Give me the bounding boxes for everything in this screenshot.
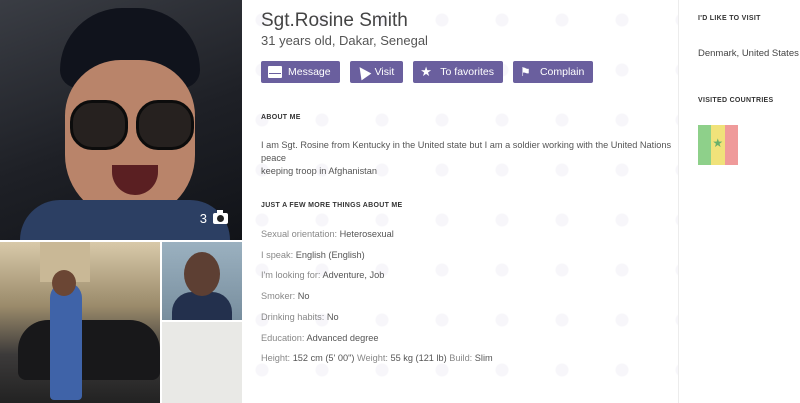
detail-label: Sexual orientation: <box>261 229 338 239</box>
detail-label: Height: <box>261 353 291 363</box>
detail-drinking: Drinking habits: No <box>261 312 339 322</box>
detail-value: 152 cm (5' 00") <box>292 353 355 363</box>
detail-value: Slim <box>474 353 493 363</box>
detail-label: Education: <box>261 333 305 343</box>
about-line: keeping troop in Afghanistan <box>261 166 377 176</box>
visit-countries: Denmark, United States <box>698 48 799 59</box>
photo-shape <box>136 100 194 150</box>
senegal-flag-icon[interactable] <box>698 125 738 165</box>
travel-sidebar: I'D LIKE TO VISIT Denmark, United States… <box>679 0 800 403</box>
detail-education: Education: Advanced degree <box>261 333 379 343</box>
detail-value: Heterosexual <box>339 229 394 239</box>
photo-shape <box>52 270 76 296</box>
about-line: peace <box>261 153 287 163</box>
favorites-button[interactable]: ★ To favorites <box>413 61 503 83</box>
detail-value: English (English) <box>295 250 365 260</box>
photo-thumbnail[interactable] <box>0 242 160 403</box>
star-icon: ★ <box>420 64 432 79</box>
camera-icon <box>213 210 228 224</box>
cursor-icon <box>354 63 371 81</box>
photo-shape <box>172 292 232 320</box>
flag-stripe <box>698 125 712 165</box>
flag-stripe <box>711 125 725 165</box>
detail-label: Smoker: <box>261 291 296 301</box>
profile-name: Sgt.Rosine Smith <box>261 10 408 31</box>
detail-label: I'm looking for: <box>261 270 321 280</box>
more-title: JUST A FEW MORE THINGS ABOUT ME <box>261 202 403 209</box>
photo-shape <box>20 200 230 240</box>
detail-value: No <box>297 291 310 301</box>
about-line: I am Sgt. Rosine from Kentucky in the Un… <box>261 140 672 150</box>
photo-count[interactable]: 3 <box>199 210 228 226</box>
detail-value: 55 kg (121 lb) <box>390 353 447 363</box>
photo-count-number: 3 <box>199 211 207 226</box>
complain-button[interactable]: ⚑ Complain <box>512 61 594 83</box>
visited-title: VISITED COUNTRIES <box>698 97 774 104</box>
detail-orientation: Sexual orientation: Heterosexual <box>261 229 394 239</box>
visit-button-label: Visit <box>374 66 395 78</box>
message-button[interactable]: Message <box>261 61 340 83</box>
photo-shape <box>18 320 160 380</box>
detail-looking-for: I'm looking for: Adventure, Job <box>261 270 384 280</box>
detail-smoker: Smoker: No <box>261 291 310 301</box>
photo-gallery: 3 <box>0 0 242 403</box>
favorites-button-label: To favorites <box>440 66 494 78</box>
detail-label: Build: <box>449 353 473 363</box>
detail-label: Weight: <box>356 353 388 363</box>
detail-value: Advanced degree <box>306 333 379 343</box>
profile-content: Sgt.Rosine Smith 31 years old, Dakar, Se… <box>242 0 678 403</box>
complain-button-label: Complain <box>539 66 585 78</box>
detail-label: I speak: <box>261 250 294 260</box>
detail-languages: I speak: English (English) <box>261 250 365 260</box>
flag-stripe <box>724 125 738 165</box>
visit-button[interactable]: Visit <box>349 61 404 83</box>
envelope-icon <box>268 66 282 78</box>
photo-shape <box>184 252 220 296</box>
action-buttons: Message Visit ★ To favorites ⚑ Complain <box>261 61 594 83</box>
detail-label: Drinking habits: <box>261 312 325 322</box>
detail-body: Height: 152 cm (5' 00") Weight: 55 kg (1… <box>261 353 493 363</box>
visit-title: I'D LIKE TO VISIT <box>698 15 761 22</box>
detail-value: Adventure, Job <box>322 270 385 280</box>
about-text: I am Sgt. Rosine from Kentucky in the Un… <box>261 139 675 178</box>
message-button-label: Message <box>288 66 331 78</box>
flag-icon: ⚑ <box>519 65 531 79</box>
photo-shape <box>70 100 128 150</box>
photo-thumbnail-empty <box>162 322 242 403</box>
about-title: ABOUT ME <box>261 114 301 121</box>
main-profile-photo[interactable]: 3 <box>0 0 242 240</box>
photo-thumbnail[interactable] <box>162 242 242 320</box>
photo-shape <box>50 282 82 400</box>
profile-location: 31 years old, Dakar, Senegal <box>261 33 428 48</box>
detail-value: No <box>326 312 339 322</box>
